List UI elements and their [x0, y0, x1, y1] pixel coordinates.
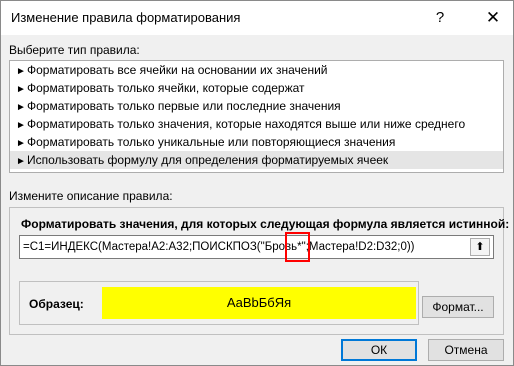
help-button[interactable]: ?: [426, 4, 454, 32]
title-bar: Изменение правила форматирования ? ✕: [1, 1, 513, 35]
rule-description-label: Измените описание правила:: [9, 189, 173, 203]
rule-type-item-label: Форматировать все ячейки на основании их…: [27, 63, 328, 77]
dialog-title: Изменение правила форматирования: [11, 10, 241, 25]
rule-type-item-label: Форматировать только первые или последни…: [27, 99, 341, 113]
arrow-icon: ►: [16, 156, 26, 167]
rule-type-item-label: Форматировать только уникальные или повт…: [27, 135, 396, 149]
rule-type-item[interactable]: ►Форматировать только ячейки, которые со…: [10, 79, 503, 97]
rule-type-item[interactable]: ►Форматировать только уникальные или пов…: [10, 133, 503, 151]
cancel-button[interactable]: Отмена: [428, 339, 504, 361]
preview-swatch: АаВbБбЯя: [102, 287, 416, 319]
format-button[interactable]: Формат...: [422, 296, 494, 318]
ok-button[interactable]: ОК: [341, 339, 417, 361]
rule-type-list[interactable]: ► Форматировать все ячейки на основании и…: [9, 60, 504, 173]
rule-type-item-label: Форматировать только ячейки, которые сод…: [27, 81, 305, 95]
collapse-dialog-button[interactable]: ⬆: [470, 238, 490, 256]
rule-type-item-label: Форматировать только значения, которые н…: [27, 117, 466, 131]
rule-type-item[interactable]: ►Форматировать все ячейки на основании и…: [10, 61, 503, 79]
rule-type-item-label: Использовать формулу для определения фор…: [27, 153, 389, 167]
rule-description-group: Форматировать значения, для которых след…: [9, 207, 509, 335]
preview-label: Образец:: [29, 297, 84, 311]
formula-input[interactable]: [20, 236, 460, 258]
preview-group: Образец: АаВbБбЯя: [19, 281, 419, 325]
rule-type-item[interactable]: ►Форматировать только значения, которые …: [10, 115, 503, 133]
close-button[interactable]: ✕: [479, 4, 507, 32]
rule-type-label: Выберите тип правила:: [9, 43, 140, 57]
rule-type-item-selected[interactable]: ►Использовать формулу для определения фо…: [10, 151, 503, 169]
formula-field: ⬆: [19, 232, 494, 262]
rule-type-item[interactable]: ►Форматировать только первые или последн…: [10, 97, 503, 115]
formula-caption: Форматировать значения, для которых след…: [21, 217, 510, 231]
edit-formatting-rule-dialog: Изменение правила форматирования ? ✕ Выб…: [0, 0, 514, 366]
